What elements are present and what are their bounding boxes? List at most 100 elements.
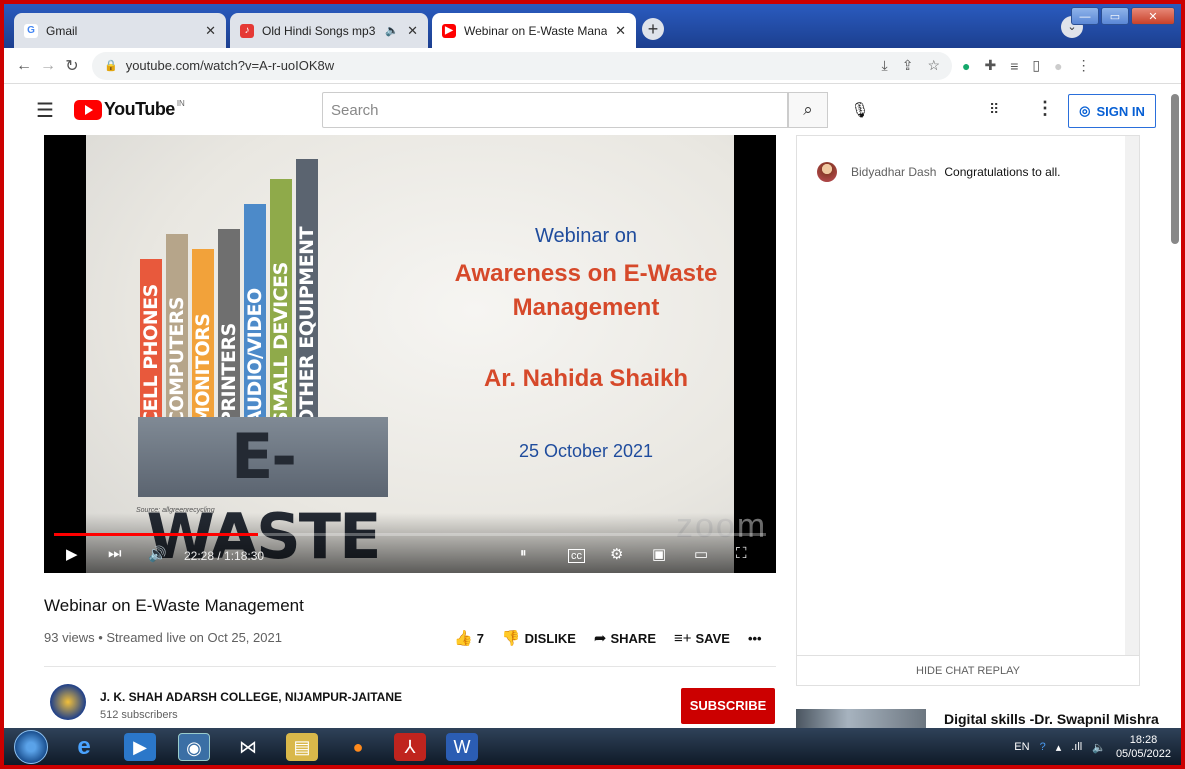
settings-more-icon[interactable]: ⋮ bbox=[1036, 98, 1054, 119]
tab-webinar[interactable]: ▶ Webinar on E-Waste Manageme ✕ bbox=[432, 13, 636, 48]
firefox-icon[interactable]: ● bbox=[342, 733, 374, 761]
url-field[interactable]: 🔒 youtube.com/watch?v=A-r-uoIOK8w ⤓ ⇪ ☆ bbox=[92, 51, 952, 80]
close-window-button[interactable]: ✕ bbox=[1131, 7, 1175, 25]
forward-icon[interactable]: → bbox=[36, 57, 60, 75]
search-button[interactable]: ⌕ bbox=[788, 92, 828, 128]
slide-date: 25 October 2021 bbox=[518, 441, 654, 461]
mic-icon[interactable]: 🎙 bbox=[847, 98, 873, 124]
channel-avatar[interactable] bbox=[50, 684, 86, 720]
fullscreen-icon[interactable]: ⛶ bbox=[736, 545, 747, 562]
subscriber-count: 512 subscribers bbox=[100, 709, 178, 721]
maximize-button[interactable]: ▭ bbox=[1101, 7, 1129, 25]
share-label: SHARE bbox=[610, 631, 656, 646]
back-icon[interactable]: ← bbox=[12, 57, 36, 75]
chat-message: Bidyadhar Dash Congratulations to all. bbox=[817, 162, 1060, 182]
word-icon[interactable]: W bbox=[446, 733, 478, 761]
hide-chat-button[interactable]: HIDE CHAT REPLAY bbox=[797, 655, 1139, 685]
miniplayer-icon[interactable]: ▣ bbox=[652, 545, 666, 563]
youtube-logo[interactable]: YouTube IN bbox=[74, 99, 185, 120]
close-icon[interactable]: ✕ bbox=[615, 23, 626, 39]
dislike-label: DISLIKE bbox=[524, 631, 576, 646]
theater-mode-icon[interactable]: ▭ bbox=[694, 545, 708, 563]
category-bar: AUDIO/VIDEO bbox=[244, 204, 266, 429]
install-icon[interactable]: ⤓ bbox=[882, 57, 888, 74]
music-icon: ♪ bbox=[240, 23, 254, 38]
chat-replay-panel: Bidyadhar Dash Congratulations to all. H… bbox=[796, 135, 1140, 686]
help-icon[interactable]: ? bbox=[1040, 741, 1046, 753]
close-icon[interactable]: ✕ bbox=[205, 23, 216, 39]
video-player[interactable]: CELL PHONES COMPUTERS MONITORS PRINTERS AUDI… bbox=[44, 135, 776, 573]
chat-messages: Bidyadhar Dash Congratulations to all. bbox=[797, 136, 1127, 656]
region-code: IN bbox=[176, 99, 185, 108]
more-actions-icon[interactable]: ••• bbox=[748, 631, 762, 646]
apps-grid-icon[interactable]: ⠿ bbox=[989, 101, 999, 118]
next-icon[interactable]: ⏭ bbox=[108, 545, 122, 562]
chat-scrollbar[interactable] bbox=[1125, 136, 1139, 656]
extensions-icon[interactable]: ✚ bbox=[984, 57, 996, 74]
signal-icon[interactable]: .ıll bbox=[1071, 741, 1082, 753]
teamviewer-icon[interactable]: ⋈ bbox=[232, 733, 264, 761]
chrome-menu-icon[interactable]: ⋮ bbox=[1077, 57, 1091, 74]
menu-icon[interactable]: ☰ bbox=[36, 98, 54, 123]
window-controls: — ▭ ✕ bbox=[1071, 7, 1175, 25]
captions-icon[interactable]: cc bbox=[568, 549, 585, 563]
save-label: SAVE bbox=[695, 630, 730, 646]
new-tab-button[interactable]: + bbox=[642, 18, 664, 40]
video-actions: 👍 7 👎 DISLIKE ➦ SHARE ≡+ SAVE ••• bbox=[454, 629, 762, 648]
volume-icon[interactable]: 🔊 bbox=[148, 545, 167, 563]
category-bar: MONITORS bbox=[192, 249, 214, 429]
slide-webinar: Webinar on bbox=[535, 225, 637, 247]
screen: G Gmail ✕ ♪ Old Hindi Songs mp3 Downl 🔈 … bbox=[4, 4, 1181, 765]
minimize-button[interactable]: — bbox=[1071, 7, 1099, 25]
youtube-header: ☰ YouTube IN Search ⌕ 🎙 ⠿ ⋮ ◎ SIGN IN bbox=[4, 85, 1181, 135]
category-bar: CELL PHONES bbox=[140, 259, 162, 429]
url-text: youtube.com/watch?v=A-r-uoIOK8w bbox=[125, 58, 335, 73]
sign-in-label: SIGN IN bbox=[1096, 103, 1145, 119]
share-icon[interactable]: ⇪ bbox=[902, 57, 914, 74]
dislike-button[interactable]: 👎 DISLIKE bbox=[502, 629, 576, 647]
media-player-icon[interactable]: ▶ bbox=[124, 733, 156, 761]
network-icon[interactable]: ▴ bbox=[1056, 741, 1062, 754]
play-icon[interactable]: ▶ bbox=[66, 545, 78, 563]
sign-in-button[interactable]: ◎ SIGN IN bbox=[1068, 94, 1156, 128]
grammarly-icon[interactable]: ● bbox=[962, 58, 970, 74]
language-indicator[interactable]: EN bbox=[1014, 741, 1029, 753]
speaker-icon[interactable]: 🔈 bbox=[1092, 741, 1106, 754]
tab-gmail[interactable]: G Gmail ✕ bbox=[14, 13, 226, 48]
related-title[interactable]: Digital skills -Dr. Swapnil Mishra bbox=[944, 711, 1159, 727]
bookmark-star-icon[interactable]: ☆ bbox=[927, 57, 940, 74]
autoplay-toggle-icon[interactable]: ⏸ bbox=[520, 545, 527, 561]
lock-icon[interactable]: 🔒 bbox=[104, 59, 118, 72]
pdf-reader-icon[interactable]: ⅄ bbox=[394, 733, 426, 761]
progress-bar[interactable] bbox=[54, 533, 766, 536]
search-placeholder: Search bbox=[331, 101, 379, 119]
clock[interactable]: 18:28 05/05/2022 bbox=[1116, 733, 1171, 761]
like-count: 7 bbox=[476, 631, 484, 646]
reading-list-icon[interactable]: ≡ bbox=[1010, 58, 1018, 74]
audio-icon[interactable]: 🔈 bbox=[385, 24, 399, 37]
ewaste-categories: CELL PHONES COMPUTERS MONITORS PRINTERS AUDI… bbox=[140, 149, 380, 429]
chrome-icon[interactable]: ◉ bbox=[178, 733, 210, 761]
related-thumbnail[interactable] bbox=[796, 709, 926, 729]
save-button[interactable]: ≡+ SAVE bbox=[674, 630, 730, 647]
channel-name[interactable]: J. K. SHAH ADARSH COLLEGE, NIJAMPUR-JAIT… bbox=[100, 690, 402, 704]
divider bbox=[44, 666, 776, 667]
side-panel-icon[interactable]: ▯ bbox=[1032, 57, 1040, 74]
share-button[interactable]: ➦ SHARE bbox=[594, 629, 656, 647]
page-scrollbar[interactable] bbox=[1171, 94, 1179, 244]
internet-explorer-icon[interactable]: e bbox=[68, 733, 100, 761]
like-button[interactable]: 👍 7 bbox=[454, 629, 484, 647]
reload-icon[interactable]: ↻ bbox=[60, 56, 84, 76]
tab-songs[interactable]: ♪ Old Hindi Songs mp3 Downl 🔈 ✕ bbox=[230, 13, 428, 48]
file-explorer-icon[interactable]: ▤ bbox=[286, 733, 318, 761]
start-button[interactable] bbox=[14, 730, 48, 764]
profile-avatar-icon[interactable]: ● bbox=[1054, 58, 1062, 74]
search-input[interactable]: Search bbox=[322, 92, 788, 128]
chat-text: Congratulations to all. bbox=[944, 165, 1061, 179]
settings-gear-icon[interactable]: ⚙ bbox=[610, 545, 623, 563]
close-icon[interactable]: ✕ bbox=[407, 23, 418, 39]
tab-title: Webinar on E-Waste Manageme bbox=[464, 23, 608, 38]
progress-fill bbox=[54, 533, 258, 536]
category-bar: SMALL DEVICES bbox=[270, 179, 292, 429]
subscribe-button[interactable]: SUBSCRIBE bbox=[681, 688, 775, 724]
